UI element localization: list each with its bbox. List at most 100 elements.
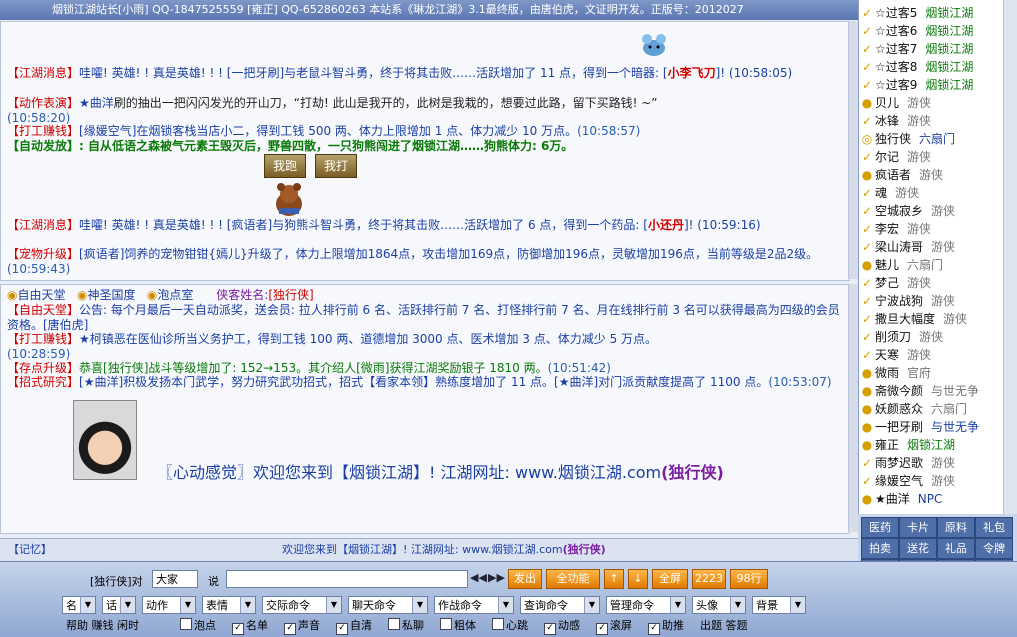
- option-checkbox[interactable]: 粗体: [440, 618, 476, 634]
- user-link[interactable]: ★柯镇恶: [79, 332, 126, 346]
- user-list-item[interactable]: ✓ 梁山涛哥 游侠: [861, 238, 1001, 256]
- user-link[interactable]: [缘媛空气]: [79, 124, 136, 138]
- send-button[interactable]: 发出: [508, 569, 542, 589]
- user-list-item[interactable]: ● 魅儿 六扇门: [861, 256, 1001, 274]
- chat-line: 【打工赚钱】★柯镇恶在医仙诊所当义务护工，得到工钱 100 两、道德增加 300…: [7, 332, 658, 361]
- command-select[interactable]: 表情 ▼: [202, 596, 256, 614]
- user-list-item[interactable]: ✓ 尔记 游侠: [861, 148, 1001, 166]
- fullscreen-button[interactable]: 全屏: [652, 569, 688, 589]
- rank-icon: ✓: [861, 276, 873, 290]
- function-button[interactable]: 医药: [861, 517, 899, 538]
- option-checkbox[interactable]: ✓ 声音: [284, 618, 320, 635]
- arrow-down-icon[interactable]: ↓: [628, 569, 648, 589]
- item-link[interactable]: 小还丹: [648, 218, 684, 232]
- help-links[interactable]: 帮助 赚钱 闲时: [66, 618, 139, 634]
- command-select[interactable]: 作战命令 ▼: [434, 596, 514, 614]
- run-button[interactable]: 我跑: [264, 154, 306, 178]
- command-select[interactable]: 动作 ▼: [142, 596, 196, 614]
- user-list-item[interactable]: ✓ 天寒 游侠: [861, 346, 1001, 364]
- user-list-item[interactable]: ● 贝儿 游侠: [861, 94, 1001, 112]
- user-list-item[interactable]: ✓ 梦己 游侠: [861, 274, 1001, 292]
- all-functions-button[interactable]: 全功能: [546, 569, 600, 589]
- user-link[interactable]: ★曲洋: [79, 96, 114, 110]
- counter-2: 98行: [730, 569, 768, 589]
- user-list-item[interactable]: ✓ ☆过客8 烟锁江湖: [861, 58, 1001, 76]
- command-select[interactable]: 名 ▼: [62, 596, 96, 614]
- user-list-item[interactable]: ● 一把牙刷 与世无争: [861, 418, 1001, 436]
- quiz-links[interactable]: 出题 答题: [700, 618, 748, 634]
- user-sect: 游侠: [907, 150, 932, 164]
- next-icon[interactable]: ▶▶: [488, 571, 505, 584]
- chat-input[interactable]: [226, 570, 468, 588]
- function-button[interactable]: 礼包: [975, 517, 1013, 538]
- user-list-item[interactable]: ✓ 冰锋 游侠: [861, 112, 1001, 130]
- user-list-item[interactable]: ✓ 雨梦迟歌 游侠: [861, 454, 1001, 472]
- room-tab-2[interactable]: 神圣国度: [87, 288, 135, 302]
- user-list-item[interactable]: ✓ 缘媛空气 游侠: [861, 472, 1001, 490]
- user-sect: 六扇门: [907, 258, 944, 272]
- user-list-item[interactable]: ✓ ☆过客7 烟锁江湖: [861, 40, 1001, 58]
- user-list-item[interactable]: ● ★曲洋 NPC: [861, 490, 1001, 508]
- user-list-item[interactable]: ✓ 李宏 游侠: [861, 220, 1001, 238]
- option-checkbox[interactable]: ✓ 动感: [544, 618, 580, 635]
- chevron-down-icon: ▼: [80, 597, 95, 613]
- room-tab-3[interactable]: 泡点室: [157, 288, 193, 302]
- user-list-item[interactable]: ✓ 削须刀 游侠: [861, 328, 1001, 346]
- user-list-item[interactable]: ✓ ☆过客5 烟锁江湖: [861, 4, 1001, 22]
- option-checkbox[interactable]: ✓ 助推: [648, 618, 684, 635]
- user-list-item[interactable]: ◎ 独行侠 六扇门: [861, 130, 1001, 148]
- rank-icon: ✓: [861, 6, 873, 20]
- user-list-item[interactable]: ✓ 空城寂乡 游侠: [861, 202, 1001, 220]
- option-checkbox[interactable]: 泡点: [180, 618, 216, 634]
- memory-label[interactable]: 【记忆】: [8, 539, 52, 561]
- chat-line: 【招式研究】[★曲洋]积极发扬本门武学，努力研究武功招式，招式【看家本领】熟练度…: [7, 375, 832, 389]
- command-select[interactable]: 查询命令 ▼: [520, 596, 600, 614]
- option-checkbox[interactable]: ✓ 自清: [336, 618, 372, 635]
- checkbox-icon: ✓: [648, 623, 660, 635]
- status-welcome: 欢迎您来到【烟锁江湖】! 江湖网址: www.烟锁江湖.com(独行侠): [282, 543, 606, 556]
- user-list-item[interactable]: ✓ ☆过客6 烟锁江湖: [861, 22, 1001, 40]
- function-button[interactable]: 原料: [937, 517, 975, 538]
- user-list-item[interactable]: ✓ 宁波战狗 游侠: [861, 292, 1001, 310]
- option-checkbox[interactable]: 心跳: [492, 618, 528, 634]
- function-button[interactable]: 卡片: [899, 517, 937, 538]
- target-select[interactable]: 大家: [152, 570, 198, 588]
- function-button[interactable]: 令牌: [975, 538, 1013, 559]
- user-list-scrollbar[interactable]: [1003, 0, 1017, 514]
- user-list-item[interactable]: ● 斋微今颜 与世无争: [861, 382, 1001, 400]
- option-checkbox[interactable]: 私聊: [388, 618, 424, 634]
- function-button[interactable]: 拍卖: [861, 538, 899, 559]
- user-list-item[interactable]: ✓ 魂游侠: [861, 184, 1001, 202]
- command-select[interactable]: 聊天命令 ▼: [348, 596, 428, 614]
- fight-button[interactable]: 我打: [315, 154, 357, 178]
- user-sect: 烟锁江湖: [925, 6, 974, 20]
- user-list-item[interactable]: ● 疯语者 游侠: [861, 166, 1001, 184]
- option-checkbox[interactable]: ✓ 滚屏: [596, 618, 632, 635]
- command-select[interactable]: 背景 ▼: [752, 596, 806, 614]
- user-list-item[interactable]: ● 雍正 烟锁江湖: [861, 436, 1001, 454]
- user-name: 梁山涛哥: [875, 240, 924, 254]
- arrow-up-icon[interactable]: ↑: [604, 569, 624, 589]
- command-select[interactable]: 头像 ▼: [692, 596, 746, 614]
- option-checkbox[interactable]: ✓ 名单: [232, 618, 268, 635]
- user-list-item[interactable]: ● 微雨 官府: [861, 364, 1001, 382]
- item-link[interactable]: 小李飞刀: [668, 66, 716, 80]
- room-tab-1[interactable]: 自由天堂: [17, 288, 65, 302]
- rank-icon: ✓: [861, 312, 873, 326]
- command-select[interactable]: 管理命令 ▼: [606, 596, 686, 614]
- command-select[interactable]: 交际命令 ▼: [262, 596, 342, 614]
- function-button[interactable]: 送花: [899, 538, 937, 559]
- function-button[interactable]: 礼品: [937, 538, 975, 559]
- user-sect: 与世无争: [931, 420, 980, 434]
- user-list-item[interactable]: ● 妖颜惑众 六扇门: [861, 400, 1001, 418]
- user-list-item[interactable]: ✓ 撒旦大幅度 游侠: [861, 310, 1001, 328]
- checkbox-icon: [388, 618, 400, 630]
- checkbox-label: 滚屏: [610, 619, 632, 632]
- user-sect: 游侠: [907, 96, 932, 110]
- command-select[interactable]: 话 ▼: [102, 596, 136, 614]
- user-sect: 游侠: [907, 114, 932, 128]
- user-name: 撒旦大幅度: [875, 312, 936, 326]
- chat-pane-top: 【江湖消息】哇嚯! 英雄! ! 真是英雄! ! ! [一把牙刷]与老鼠斗智斗勇，…: [0, 21, 850, 281]
- user-list-item[interactable]: ✓ ☆过客9 烟锁江湖: [861, 76, 1001, 94]
- prev-icon[interactable]: ◀◀: [470, 571, 487, 584]
